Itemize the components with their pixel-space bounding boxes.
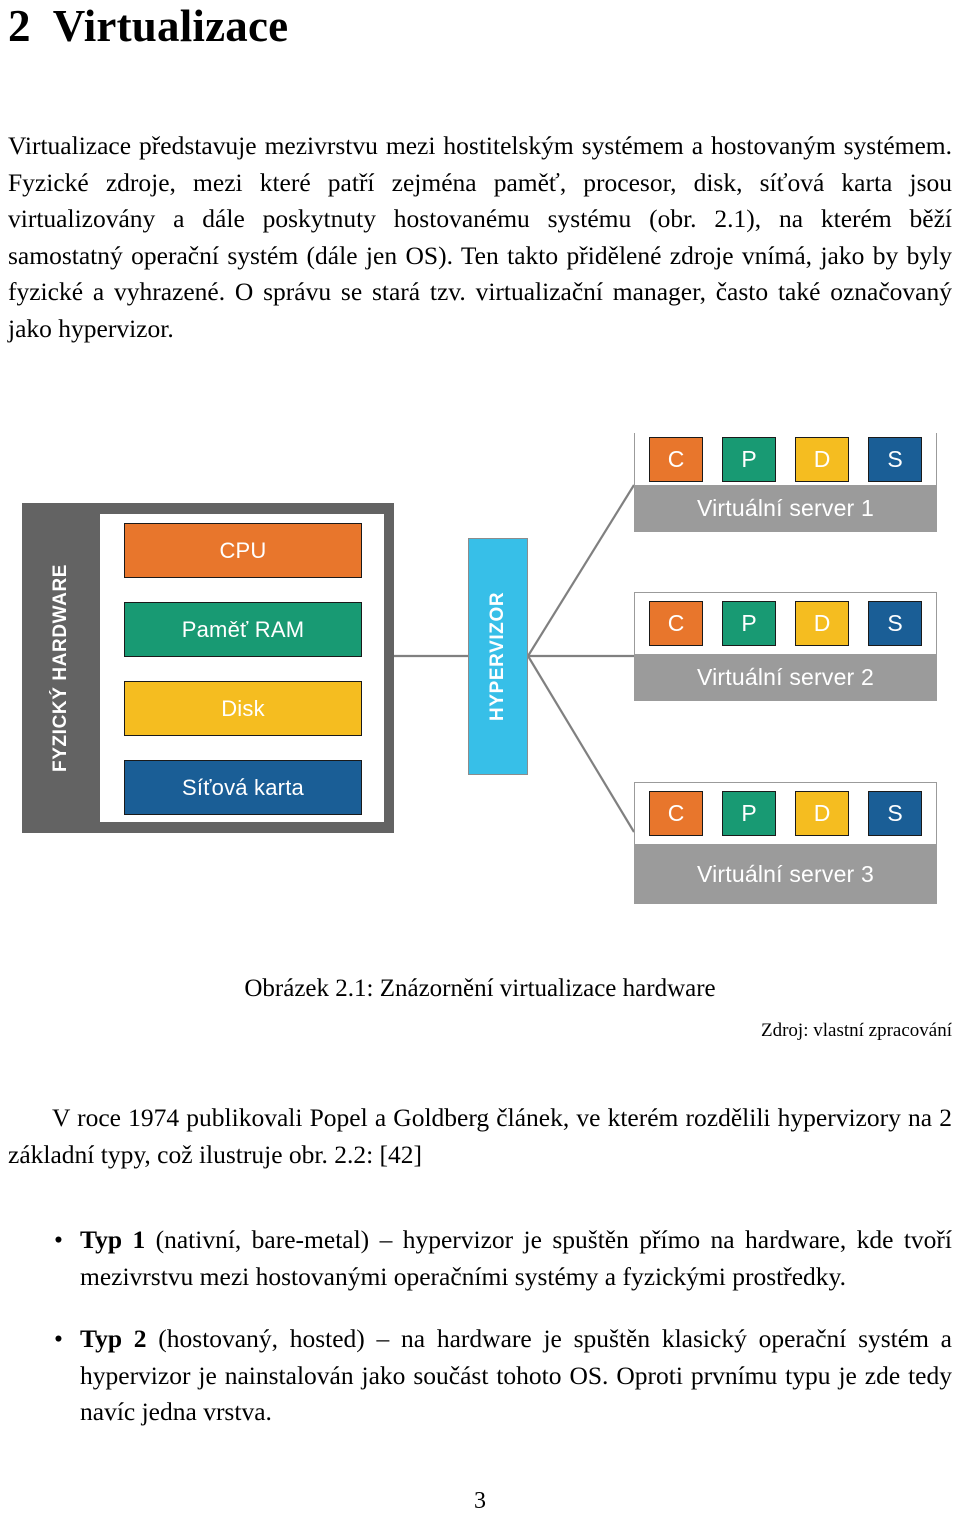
virtual-server-3: C P D S Virtuální server 3 [634,782,937,904]
bullet-icon: • [54,1225,63,1254]
type-2-label: Typ 2 [80,1324,147,1354]
chapter-number: 2 [8,1,31,51]
hardware-resource-cpu: CPU [124,523,362,578]
vs2-chip-network: S [868,601,922,646]
type-1-text: (nativní, bare-metal) – hypervizor je sp… [80,1225,952,1291]
document-page: 2 Virtualizace Virtualizace představuje m… [0,0,960,1532]
vs3-chip-disk: D [795,791,849,836]
physical-hardware-label: FYZICKÝ HARDWARE [50,563,71,773]
page-title: 2 Virtualizace [8,1,289,52]
vs1-chip-ram: P [722,436,776,482]
vs1-chip-disk: D [795,436,849,482]
vs1-chip-network: S [868,436,922,482]
virtual-server-2-label: Virtuální server 2 [634,654,937,701]
hardware-resource-ram: Paměť RAM [124,602,362,657]
virtual-server-2-resources: C P D S [634,592,937,654]
intro-paragraph: Virtualizace představuje mezivrstvu mezi… [8,131,952,343]
figure-virtualization-diagram: FYZICKÝ HARDWARE CPU Paměť RAM Disk Síťo… [0,420,960,920]
list-item: • Typ 2 (hostovaný, hosted) – na hardware… [8,1321,952,1431]
vs2-chip-ram: P [722,601,776,646]
bullet-icon: • [54,1324,63,1354]
virtual-server-1-resources: C P D S [634,433,937,485]
vs3-chip-cpu: C [649,791,703,836]
hardware-resource-network-card: Síťová karta [124,760,362,815]
figure-caption: Obrázek 2.1: Znázornění virtualizace har… [244,975,716,1002]
page-number: 3 [474,1488,486,1514]
vs2-chip-disk: D [795,601,849,646]
physical-hardware-block: FYZICKÝ HARDWARE CPU Paměť RAM Disk Síťo… [22,503,394,833]
type-1-label: Typ 1 [80,1225,146,1254]
vs3-chip-network: S [868,791,922,836]
type-2-text: (hostovaný, hosted) – na hardware je spu… [80,1324,952,1427]
virtual-server-3-label: Virtuální server 3 [634,844,937,904]
hypervisor-block: HYPERVIZOR [468,538,528,775]
virtual-server-1-label: Virtuální server 1 [634,485,937,532]
figure-source: Zdroj: vlastní zpracování [761,1020,952,1041]
hardware-resource-stack: CPU Paměť RAM Disk Síťová karta [124,523,362,815]
chapter-title-text: Virtualizace [52,1,289,51]
hardware-resource-disk: Disk [124,681,362,736]
list-item: • Typ 1 (nativní, bare-metal) – hypervizo… [8,1222,952,1295]
physical-hardware-inner: CPU Paměť RAM Disk Síťová karta [100,514,384,822]
virtual-server-3-resources: C P D S [634,782,937,844]
hypervisor-type-list: • Typ 1 (nativní, bare-metal) – hypervizo… [8,1222,952,1457]
virtual-server-2: C P D S Virtuální server 2 [634,592,937,701]
vs3-chip-ram: P [722,791,776,836]
virtual-server-1: C P D S Virtuální server 1 [634,433,937,532]
vs2-chip-cpu: C [649,601,703,646]
popel-paragraph: V roce 1974 publikovali Popel a Goldberg… [8,1103,952,1169]
vs1-chip-cpu: C [649,436,703,482]
